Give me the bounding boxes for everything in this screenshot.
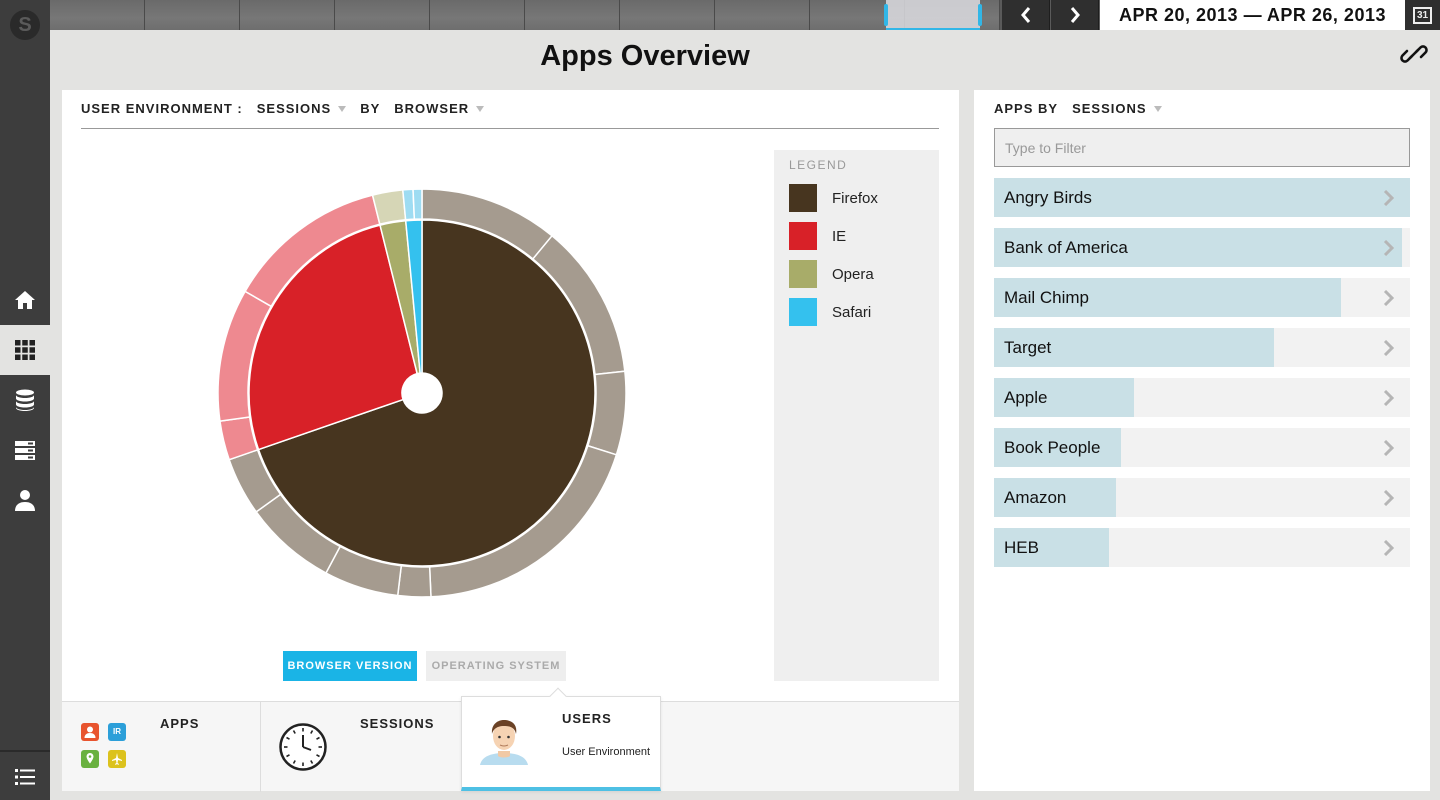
- user-environment-card: USER ENVIRONMENT : SESSIONS BY BROWSER L…: [62, 90, 959, 701]
- chevron-right-icon: [1383, 390, 1395, 406]
- legend-item-safari[interactable]: Safari: [789, 298, 871, 326]
- apps-header-label: APPS BY: [994, 101, 1059, 116]
- app-row-name: Book People: [1004, 438, 1101, 457]
- apps-header: APPS BY SESSIONS: [994, 101, 1176, 116]
- header-divider: [81, 128, 939, 129]
- chevron-right-icon: [1383, 490, 1395, 506]
- app-row[interactable]: Amazon: [994, 478, 1410, 517]
- chevron-right-icon: [1383, 240, 1395, 256]
- ring-segment-safari-2[interactable]: [412, 188, 423, 220]
- tab-users[interactable]: USERS User Environment: [461, 687, 661, 791]
- app-row[interactable]: Bank of America: [994, 228, 1410, 267]
- tab-apps[interactable]: IR APPS: [62, 702, 261, 792]
- legend-item-firefox[interactable]: Firefox: [789, 184, 878, 212]
- location-pin-icon: [81, 750, 99, 768]
- chevron-right-icon: [1383, 340, 1395, 356]
- top-bar: APR 20, 2013 — APR 26, 2013 31: [50, 0, 1440, 30]
- apps-by-sessions-card: APPS BY SESSIONS Angry Birds Bank of Amer…: [974, 90, 1430, 791]
- legend-label: Safari: [832, 303, 872, 321]
- user-icon[interactable]: [0, 475, 50, 525]
- chevron-left-icon: [1020, 7, 1030, 23]
- chart-center-hole: [402, 373, 442, 413]
- apps-grid-icon[interactable]: [0, 325, 50, 375]
- timeline-handle-left[interactable]: [884, 4, 888, 26]
- caret-down-icon: [338, 105, 347, 112]
- tab-users-sublabel: User Environment: [562, 746, 651, 758]
- chevron-right-icon: [1383, 440, 1395, 456]
- left-sidebar: S: [0, 0, 50, 800]
- tab-users-label: USERS: [562, 711, 612, 726]
- user-avatar-icon: [480, 720, 528, 765]
- timeline-handle-right[interactable]: [978, 4, 982, 26]
- next-range-button[interactable]: [1051, 0, 1099, 30]
- legend-swatch: [789, 260, 817, 288]
- calendar-icon: 31: [1413, 6, 1432, 24]
- header-by: BY: [360, 101, 381, 116]
- dimension-dropdown[interactable]: BROWSER: [394, 101, 485, 116]
- header-label: USER ENVIRONMENT :: [81, 101, 243, 116]
- app-row[interactable]: Apple: [994, 378, 1410, 417]
- database-icon[interactable]: [0, 375, 50, 425]
- chart-header: USER ENVIRONMENT : SESSIONS BY BROWSER: [81, 101, 498, 116]
- tab-apps-label: APPS: [160, 716, 200, 731]
- server-icon[interactable]: [0, 425, 50, 475]
- metric-dropdown-label: SESSIONS: [256, 101, 332, 116]
- apps-metric-dropdown[interactable]: SESSIONS: [1072, 101, 1162, 116]
- app-row-name: Amazon: [1004, 488, 1067, 507]
- ring-segment-firefox-5[interactable]: [396, 564, 432, 598]
- caret-down-icon: [1153, 105, 1162, 112]
- chevron-right-icon: [1070, 7, 1080, 23]
- prev-range-button[interactable]: [1002, 0, 1050, 30]
- tab-sessions-label: SESSIONS: [360, 716, 435, 731]
- browser-version-button[interactable]: BROWSER VERSION: [283, 651, 417, 681]
- app-row-name: Bank of America: [1004, 238, 1128, 257]
- legend: LEGEND Firefox IE Opera Safari: [774, 150, 939, 681]
- page-title: Apps Overview: [540, 40, 750, 72]
- legend-label: Firefox: [832, 189, 878, 207]
- app-row[interactable]: Mail Chimp: [994, 278, 1410, 317]
- legend-title: LEGEND: [789, 158, 848, 172]
- app-row[interactable]: Book People: [994, 428, 1410, 467]
- calendar-button[interactable]: 31: [1405, 0, 1440, 30]
- legend-item-ie[interactable]: IE: [789, 222, 846, 250]
- legend-swatch: [789, 184, 817, 212]
- caret-down-icon: [476, 105, 485, 112]
- app-row[interactable]: Angry Birds: [994, 178, 1410, 217]
- timeline-scrubber[interactable]: [50, 0, 1000, 30]
- app-row-name: Mail Chimp: [1004, 288, 1090, 307]
- chevron-right-icon: [1383, 290, 1395, 306]
- chevron-right-icon: [1383, 540, 1395, 556]
- link-icon[interactable]: [1400, 40, 1428, 68]
- tab-sessions[interactable]: SESSIONS: [261, 702, 461, 792]
- app-row[interactable]: Target: [994, 328, 1410, 367]
- app-row-name: HEB: [1004, 538, 1039, 557]
- app-logo[interactable]: S: [10, 10, 40, 40]
- app-row-name: Apple: [1004, 388, 1048, 407]
- ir-badge: IR: [108, 723, 126, 741]
- legend-label: Opera: [832, 265, 874, 283]
- list-icon[interactable]: [0, 752, 50, 800]
- filter-input[interactable]: [994, 128, 1410, 167]
- metric-dropdown[interactable]: SESSIONS: [256, 101, 347, 116]
- dimension-dropdown-label: BROWSER: [394, 101, 470, 116]
- home-icon[interactable]: [0, 275, 50, 325]
- chevron-right-icon: [1383, 190, 1395, 206]
- operating-system-button[interactable]: OPERATING SYSTEM: [426, 651, 566, 681]
- app-row-name: Target: [1004, 338, 1052, 357]
- legend-label: IE: [832, 227, 847, 245]
- apps-metric-dropdown-label: SESSIONS: [1072, 101, 1147, 116]
- app-row-name: Angry Birds: [1004, 188, 1092, 207]
- timeline-selection[interactable]: [884, 0, 982, 30]
- browser-sunburst-chart[interactable]: [214, 185, 630, 601]
- date-range-label[interactable]: APR 20, 2013 — APR 26, 2013: [1100, 0, 1405, 30]
- clock-icon: [279, 723, 327, 771]
- legend-swatch: [789, 222, 817, 250]
- legend-swatch: [789, 298, 817, 326]
- person-icon: [81, 723, 99, 741]
- airplane-icon: [108, 750, 126, 768]
- legend-item-opera[interactable]: Opera: [789, 260, 874, 288]
- app-row[interactable]: HEB: [994, 528, 1410, 567]
